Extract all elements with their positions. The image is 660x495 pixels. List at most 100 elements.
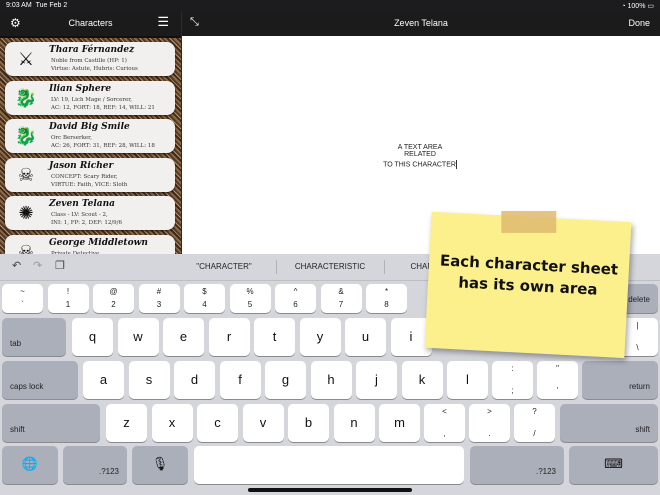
key-alt-char: " xyxy=(556,364,559,373)
key-letter[interactable]: s xyxy=(128,361,170,399)
undo-icon[interactable]: ↶ xyxy=(12,259,21,272)
key-alt-char: @ xyxy=(109,287,118,296)
status-bar: 9:03 AM Tue Feb 2 ◔ 100% ▭ xyxy=(0,0,660,12)
key-num[interactable]: % 5 xyxy=(229,284,271,313)
key-char: w xyxy=(133,329,143,344)
period-key[interactable]: >. xyxy=(469,404,510,442)
key-char: b xyxy=(304,415,313,430)
key-num[interactable]: & 7 xyxy=(320,284,362,313)
character-name: Zeven Telana xyxy=(49,199,115,209)
key-letter[interactable]: l xyxy=(447,361,488,399)
character-detail-line: Orc Berserker, xyxy=(51,135,92,141)
key-letter[interactable]: h xyxy=(310,361,352,399)
suggestion-divider xyxy=(276,260,277,274)
tab-key[interactable]: tab xyxy=(2,318,66,356)
key-letter[interactable]: w xyxy=(117,318,159,356)
suggestion-1[interactable]: "CHARACTER" xyxy=(174,262,274,271)
comma-key[interactable]: <, xyxy=(424,404,465,442)
key-char: n xyxy=(350,415,358,430)
key-letter[interactable]: j xyxy=(356,361,397,399)
key-num[interactable]: ~ ` xyxy=(2,284,43,313)
skull-icon: ☠ xyxy=(17,164,35,185)
paste-icon[interactable]: ❐ xyxy=(55,259,65,272)
key-letter[interactable]: n xyxy=(333,404,375,442)
key-letter[interactable]: m xyxy=(379,404,420,442)
slash-key[interactable]: ? / xyxy=(514,404,555,442)
semicolon-key[interactable]: :; xyxy=(492,361,533,399)
key-alt-char: ~ xyxy=(20,287,25,296)
key-main-char: ; xyxy=(511,386,514,395)
key-label: shift xyxy=(635,425,650,434)
key-char: y xyxy=(316,329,324,344)
key-letter[interactable]: x xyxy=(151,404,193,442)
globe-key[interactable]: 🌐 xyxy=(2,446,58,484)
done-button[interactable]: Done xyxy=(628,18,650,28)
key-alt-char: ^ xyxy=(293,287,298,296)
menu-icon[interactable]: ☰ xyxy=(157,14,169,30)
space-bar[interactable] xyxy=(194,446,464,484)
character-card[interactable]: ✺ Zeven Telana Class - LV: Scout - 2, INI: … xyxy=(5,196,175,230)
key-main-char: ' xyxy=(556,386,559,395)
key-num[interactable]: #3 xyxy=(138,284,180,313)
numbers-key[interactable]: .?123 xyxy=(63,446,127,484)
key-num[interactable]: $4 xyxy=(184,284,225,313)
hide-keyboard-key[interactable]: ⌨ xyxy=(569,446,658,484)
key-letter[interactable]: t xyxy=(254,318,295,356)
key-char: t xyxy=(272,329,277,344)
characters-sidebar: ⚙ Characters ☰ ⚔ Thara Férnandez Noble fro… xyxy=(0,12,181,254)
character-name: Jason Richer xyxy=(49,160,114,171)
key-letter[interactable]: d xyxy=(174,361,215,399)
rebel-icon: ✺ xyxy=(18,203,34,223)
character-detail: ⤡ Zeven Telana Done A TEXT AREA RELATED … xyxy=(182,12,660,254)
key-letter[interactable]: r xyxy=(208,318,250,356)
character-card[interactable]: 🐉 David Big Smile Orc Berserker, AC: 26, FO… xyxy=(5,119,175,153)
key-letter[interactable]: f xyxy=(219,361,261,399)
key-main-char: . xyxy=(488,429,491,438)
character-detail-line: LV: 19, Lich Mage / Sorcerer, xyxy=(51,96,133,103)
character-detail-line: Virtue: Astute, Hubris: Curious xyxy=(51,66,138,72)
shift-right-key[interactable]: shift xyxy=(560,404,658,442)
home-indicator[interactable] xyxy=(248,488,412,492)
key-alt-char: $ xyxy=(202,287,207,296)
caps-lock-key[interactable]: caps lock xyxy=(2,361,78,399)
character-detail-line: Class - LV: Scout - 2, xyxy=(51,212,108,218)
character-card[interactable]: ☠ George Middletown Private Detective xyxy=(5,234,175,254)
sticky-note: Each character sheet has its own area xyxy=(424,210,632,359)
character-name: Thara Férnandez xyxy=(49,45,135,55)
key-num[interactable]: ^ 6 xyxy=(275,284,316,313)
key-alt-char: > xyxy=(487,407,492,416)
key-letter[interactable]: y xyxy=(299,318,341,356)
numbers-key-right[interactable]: .?123 xyxy=(470,446,564,484)
character-card[interactable]: 🐉 Ilian Sphere LV: 19, Lich Mage / Sorcere… xyxy=(5,80,175,115)
key-letter[interactable]: v xyxy=(242,404,284,442)
quote-key[interactable]: " ' xyxy=(537,361,578,399)
key-letter[interactable]: z xyxy=(106,404,147,442)
keyboard-hide-icon: ⌨ xyxy=(604,456,623,471)
key-letter[interactable]: e xyxy=(163,318,204,356)
key-char: l xyxy=(466,372,469,387)
detail-title: Zeven Telana xyxy=(394,18,448,28)
key-letter[interactable]: c xyxy=(197,404,238,442)
key-label: caps lock xyxy=(10,382,44,391)
key-letter[interactable]: g xyxy=(265,361,306,399)
character-card[interactable]: ☠ Jason Richer CONCEPT: Scary Rider, VIRTUE… xyxy=(5,157,175,192)
key-letter[interactable]: q xyxy=(72,318,113,356)
key-alt-char: % xyxy=(246,287,254,296)
suggestion-2[interactable]: CHARACTERISTIC xyxy=(280,262,380,271)
shift-left-key[interactable]: shift xyxy=(2,404,100,442)
dictation-key[interactable]: 🎙 xyxy=(132,446,188,484)
key-char: d xyxy=(190,372,199,387)
character-list[interactable]: ⚔ Thara Férnandez Noble from Castille (HP:… xyxy=(0,38,181,254)
redo-icon[interactable]: ↷ xyxy=(33,259,42,272)
key-num[interactable]: ! 1 xyxy=(47,284,89,313)
return-key[interactable]: return xyxy=(582,361,658,399)
key-letter[interactable]: a xyxy=(83,361,124,399)
key-letter[interactable]: u xyxy=(345,318,386,356)
key-num[interactable]: * 8 xyxy=(366,284,407,313)
character-name: George Middletown xyxy=(49,237,148,248)
key-letter[interactable]: k xyxy=(401,361,443,399)
character-name: Ilian Sphere xyxy=(49,83,112,94)
key-letter[interactable]: b xyxy=(288,404,329,442)
character-card[interactable]: ⚔ Thara Férnandez Noble from Castille (HP:… xyxy=(5,42,175,76)
key-num[interactable]: @2 xyxy=(93,284,134,313)
